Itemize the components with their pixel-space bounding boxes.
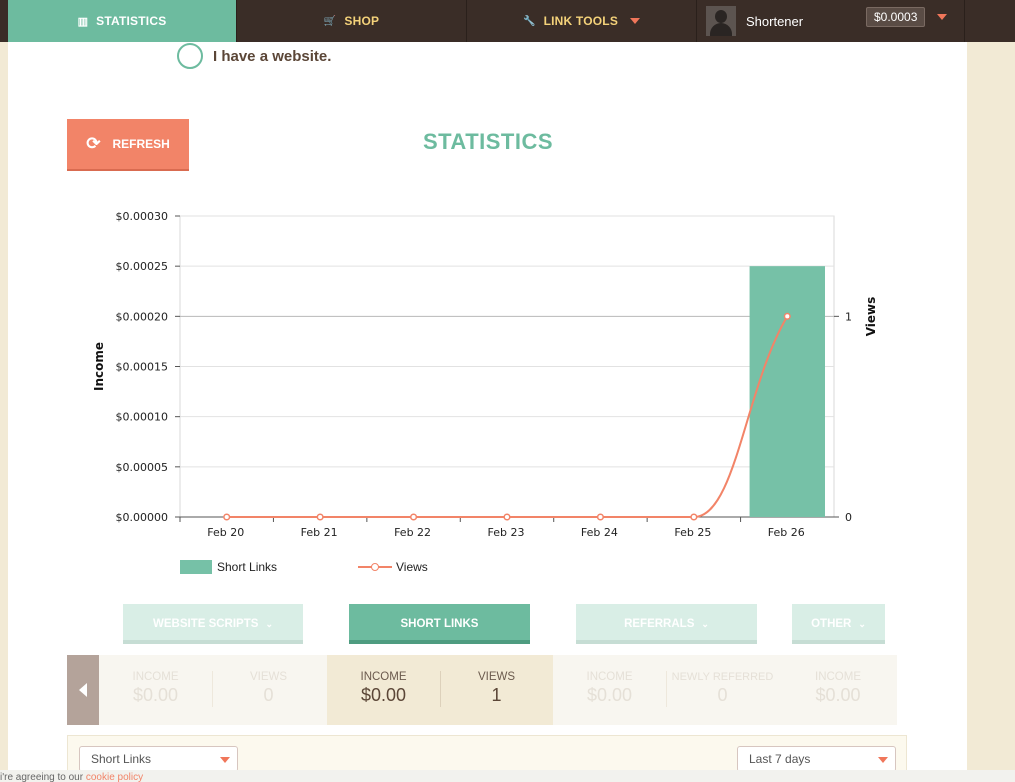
legend-short-links[interactable]: Short Links bbox=[180, 560, 277, 574]
stats-referrals: INCOME $0.00 NEWLY REFERRED 0 bbox=[553, 655, 779, 725]
nav-link-tools[interactable]: 🔧 LINK TOOLS bbox=[467, 0, 697, 42]
statistics-chart: $0.00000 $0.00005 $0.00010 $0.00015 $0.00020… bbox=[92, 210, 878, 539]
nav-shop[interactable]: 🛒 SHOP bbox=[237, 0, 467, 42]
x-tick-label: Feb 21 bbox=[301, 526, 338, 539]
chevron-down-icon bbox=[878, 757, 888, 763]
stat-income: INCOME $0.00 bbox=[99, 655, 212, 725]
y-tick-label: $0.00030 bbox=[116, 210, 169, 223]
y-tick-label: $0.00025 bbox=[116, 260, 169, 273]
cookie-policy-link[interactable]: cookie policy bbox=[86, 772, 143, 782]
y2-tick-label: 0 bbox=[845, 511, 852, 524]
bar-short-links bbox=[749, 266, 825, 517]
nav-statistics[interactable]: ▥ STATISTICS bbox=[8, 0, 237, 42]
chevron-down-icon: ⌄ bbox=[858, 618, 866, 629]
y-tick-label: $0.00020 bbox=[116, 310, 169, 323]
stat-newly-referred: NEWLY REFERRED 0 bbox=[666, 655, 779, 725]
x-tick-label: Feb 25 bbox=[674, 526, 711, 539]
stat-label: VIEWS bbox=[249, 671, 288, 683]
stats-short-links: INCOME $0.00 VIEWS 1 bbox=[327, 655, 553, 725]
cart-icon: 🛒 bbox=[323, 15, 337, 27]
top-nav: ▥ STATISTICS 🛒 SHOP 🔧 LINK TOOLS Shorten… bbox=[0, 0, 1015, 42]
stat-income: INCOME $0.00 bbox=[327, 655, 440, 725]
y-tick-label: $0.00005 bbox=[116, 461, 169, 474]
tab-other[interactable]: OTHER ⌄ bbox=[792, 604, 885, 644]
stat-value: $0.00 bbox=[586, 685, 633, 705]
x-tick-label: Feb 24 bbox=[581, 526, 618, 539]
stats-strip: INCOME $0.00 VIEWS 0 INCOME $0.00 VIEWS … bbox=[67, 655, 897, 725]
nav-shop-label: SHOP bbox=[344, 14, 380, 28]
stat-income: INCOME $0.00 bbox=[553, 655, 666, 725]
y-axis-title: Income bbox=[92, 342, 106, 391]
stat-value: 0 bbox=[263, 685, 274, 705]
tab-label: OTHER bbox=[811, 618, 852, 630]
cookie-text: i're agreeing to our bbox=[0, 772, 86, 782]
x-tick-label: Feb 23 bbox=[488, 526, 525, 539]
point-views bbox=[690, 513, 698, 521]
stat-label: INCOME bbox=[815, 671, 861, 683]
y-tick-label: $0.00000 bbox=[116, 511, 169, 524]
stat-label: VIEWS bbox=[477, 671, 516, 683]
tab-label: WEBSITE SCRIPTS bbox=[153, 618, 259, 630]
legend-line-marker bbox=[358, 560, 392, 574]
chevron-left-icon[interactable] bbox=[67, 655, 99, 725]
legend-swatch bbox=[180, 560, 212, 574]
stat-views: VIEWS 0 bbox=[212, 655, 325, 725]
stat-value: $0.00 bbox=[360, 685, 407, 705]
user-name: Shortener bbox=[746, 13, 804, 29]
y2-axis-title: Views bbox=[864, 297, 878, 337]
stats-other: INCOME $0.00 bbox=[779, 655, 897, 725]
stat-income: INCOME $0.00 bbox=[779, 655, 897, 725]
tab-label: SHORT LINKS bbox=[400, 618, 479, 630]
x-tick-label: Feb 20 bbox=[207, 526, 244, 539]
avatar[interactable] bbox=[706, 6, 736, 36]
tab-website-scripts[interactable]: WEBSITE SCRIPTS ⌄ bbox=[123, 604, 303, 644]
stat-views: VIEWS 1 bbox=[440, 655, 553, 725]
nav-statistics-label: STATISTICS bbox=[96, 14, 167, 28]
point-views bbox=[223, 513, 231, 521]
stat-label: INCOME bbox=[360, 671, 407, 683]
tab-label: REFERRALS bbox=[624, 618, 695, 630]
point-views bbox=[410, 513, 418, 521]
range-select-value: Last 7 days bbox=[749, 752, 811, 766]
chevron-down-icon bbox=[630, 18, 641, 24]
type-select[interactable]: Short Links bbox=[79, 746, 238, 772]
stat-value: 1 bbox=[491, 685, 502, 705]
wrench-icon: 🔧 bbox=[522, 15, 536, 27]
stat-value: $0.00 bbox=[815, 685, 861, 705]
range-select[interactable]: Last 7 days bbox=[737, 746, 896, 772]
x-tick-label: Feb 26 bbox=[768, 526, 805, 539]
legend-label: Short Links bbox=[217, 560, 278, 574]
legend-views[interactable]: Views bbox=[358, 560, 428, 574]
x-tick-label: Feb 22 bbox=[394, 526, 431, 539]
type-select-value: Short Links bbox=[91, 752, 152, 766]
stat-label: NEWLY REFERRED bbox=[671, 671, 774, 683]
tab-short-links[interactable]: SHORT LINKS bbox=[349, 604, 530, 644]
y2-tick-label: 1 bbox=[845, 310, 852, 323]
stat-value: $0.00 bbox=[132, 685, 179, 705]
nav-link-tools-label: LINK TOOLS bbox=[543, 14, 619, 28]
chevron-down-icon: ⌄ bbox=[265, 618, 273, 629]
point-views bbox=[783, 312, 791, 320]
bar-chart-icon: ▥ bbox=[77, 15, 89, 28]
cookie-notice: i're agreeing to our cookie policy bbox=[0, 770, 1015, 782]
stat-label: INCOME bbox=[132, 671, 179, 683]
balance-badge: $0.0003 bbox=[866, 7, 926, 27]
chevron-down-icon: ⌄ bbox=[701, 618, 709, 629]
stat-value: 0 bbox=[717, 685, 728, 705]
point-views bbox=[503, 513, 511, 521]
tab-referrals[interactable]: REFERRALS ⌄ bbox=[576, 604, 757, 644]
y-tick-label: $0.00010 bbox=[116, 411, 169, 424]
stats-website-scripts: INCOME $0.00 VIEWS 0 bbox=[99, 655, 325, 725]
legend-label: Views bbox=[396, 560, 428, 574]
point-views bbox=[316, 513, 324, 521]
chevron-down-icon[interactable] bbox=[937, 14, 947, 20]
main-panel: I have a website. ⟳ REFRESH STATISTICS $… bbox=[8, 42, 967, 782]
point-views bbox=[596, 513, 604, 521]
user-menu[interactable]: Shortener $0.0003 bbox=[697, 0, 965, 42]
stat-label: INCOME bbox=[586, 671, 633, 683]
y-tick-label: $0.00015 bbox=[116, 361, 169, 374]
chevron-down-icon bbox=[220, 757, 230, 763]
